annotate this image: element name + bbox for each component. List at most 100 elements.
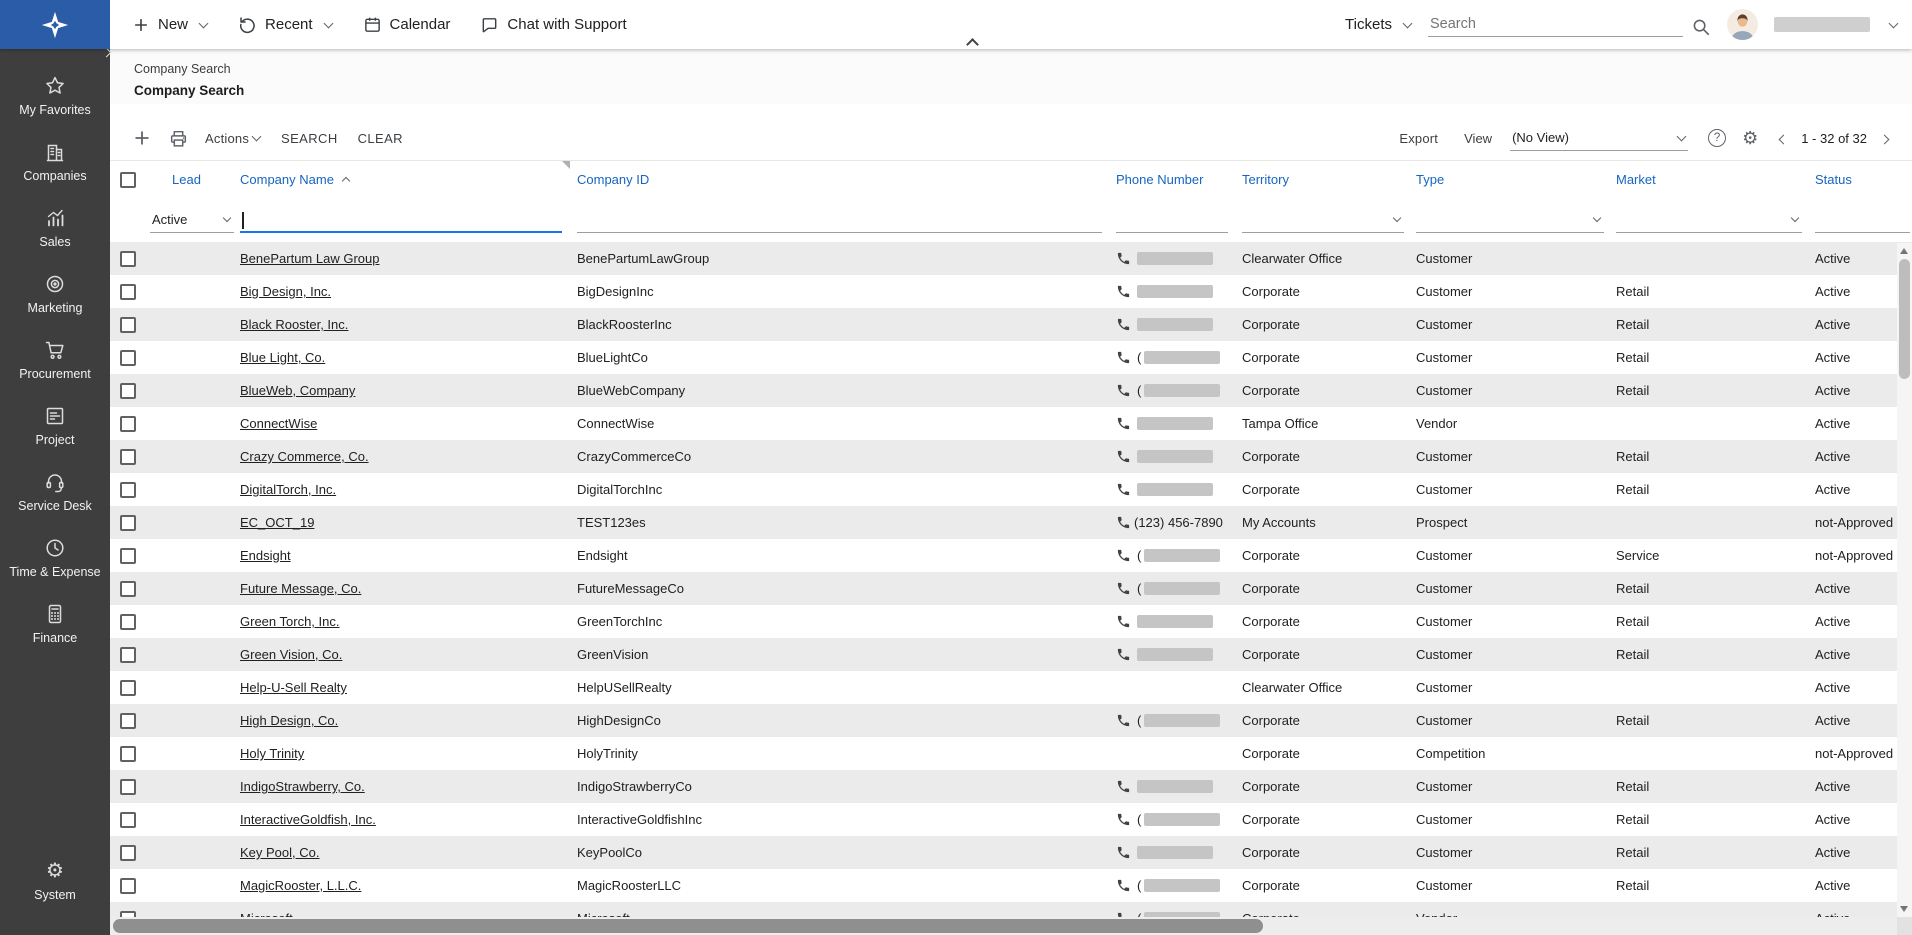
global-search-input[interactable] — [1428, 12, 1683, 37]
scroll-up-arrow[interactable] — [1900, 248, 1908, 254]
table-row[interactable]: EndsightEndsight (CorporateCustomerServi… — [110, 539, 1912, 572]
company-name-link[interactable]: Endsight — [240, 548, 291, 563]
company-name-link[interactable]: ConnectWise — [240, 416, 317, 431]
company-name-link[interactable]: BenePartum Law Group — [240, 251, 379, 266]
print-button[interactable] — [168, 128, 189, 149]
table-row[interactable]: High Design, Co.HighDesignCo (CorporateC… — [110, 704, 1912, 737]
table-row[interactable]: Holy TrinityHolyTrinityCorporateCompetit… — [110, 737, 1912, 770]
phone-filter-input[interactable] — [1116, 207, 1228, 233]
table-row[interactable]: EC_OCT_19TEST123es (123) 456-7890My Acco… — [110, 506, 1912, 539]
sidebar-item-sales[interactable]: Sales — [0, 196, 110, 262]
table-row[interactable]: Crazy Commerce, Co.CrazyCommerceCo Corpo… — [110, 440, 1912, 473]
row-checkbox[interactable] — [120, 746, 136, 762]
row-checkbox[interactable] — [120, 548, 136, 564]
company-name-link[interactable]: Big Design, Inc. — [240, 284, 331, 299]
row-checkbox[interactable] — [120, 713, 136, 729]
sidebar-item-system[interactable]: ⚙ System — [0, 849, 110, 915]
company-name-link[interactable]: Green Torch, Inc. — [240, 614, 339, 629]
company-name-link[interactable]: Black Rooster, Inc. — [240, 317, 348, 332]
company-name-filter-input[interactable] — [240, 207, 562, 233]
company-name-link[interactable]: EC_OCT_19 — [240, 515, 314, 530]
export-button[interactable]: Export — [1399, 131, 1438, 146]
table-row[interactable]: Key Pool, Co.KeyPoolCo CorporateCustomer… — [110, 836, 1912, 869]
avatar[interactable] — [1727, 9, 1758, 40]
collapse-header-chevron[interactable] — [958, 34, 986, 48]
search-button[interactable]: SEARCH — [281, 131, 338, 146]
table-row[interactable]: MagicRooster, L.L.C.MagicRoosterLLC (Cor… — [110, 869, 1912, 902]
row-checkbox[interactable] — [120, 845, 136, 861]
row-checkbox[interactable] — [120, 317, 136, 333]
recent-button[interactable]: Recent — [238, 15, 333, 34]
company-name-link[interactable]: Holy Trinity — [240, 746, 304, 761]
chat-support-button[interactable]: Chat with Support — [480, 15, 626, 34]
vertical-scrollbar[interactable] — [1897, 243, 1912, 917]
column-header-phone-number[interactable]: Phone Number — [1110, 172, 1238, 187]
row-checkbox[interactable] — [120, 383, 136, 399]
prev-page-button[interactable] — [1774, 127, 1793, 150]
lead-filter-select[interactable]: Active — [150, 207, 234, 233]
row-checkbox[interactable] — [120, 581, 136, 597]
sidebar-item-marketing[interactable]: Marketing — [0, 262, 110, 328]
table-row[interactable]: IndigoStrawberry, Co.IndigoStrawberryCo … — [110, 770, 1912, 803]
sidebar-item-my-favorites[interactable]: My Favorites — [0, 64, 110, 130]
sidebar-item-procurement[interactable]: Procurement — [0, 328, 110, 394]
sidebar-item-service-desk[interactable]: Service Desk — [0, 460, 110, 526]
company-name-link[interactable]: Key Pool, Co. — [240, 845, 320, 860]
table-row[interactable]: Big Design, Inc.BigDesignInc CorporateCu… — [110, 275, 1912, 308]
table-row[interactable]: ConnectWiseConnectWise Tampa OfficeVendo… — [110, 407, 1912, 440]
sidebar-item-finance[interactable]: Finance — [0, 592, 110, 658]
table-row[interactable]: Green Torch, Inc.GreenTorchInc Corporate… — [110, 605, 1912, 638]
row-checkbox[interactable] — [120, 284, 136, 300]
settings-button[interactable]: ⚙ — [1742, 129, 1758, 147]
clear-button[interactable]: CLEAR — [358, 131, 403, 146]
column-header-market[interactable]: Market — [1612, 172, 1810, 187]
new-button[interactable]: New — [132, 16, 208, 34]
app-logo[interactable] — [0, 0, 110, 49]
add-button[interactable] — [132, 128, 152, 148]
table-row[interactable]: Future Message, Co.FutureMessageCo (Corp… — [110, 572, 1912, 605]
sidebar-item-time-expense[interactable]: Time & Expense — [0, 526, 110, 592]
row-checkbox[interactable] — [120, 680, 136, 696]
table-row[interactable]: BlueWeb, CompanyBlueWebCompany (Corporat… — [110, 374, 1912, 407]
horizontal-scrollbar[interactable] — [110, 917, 1912, 935]
status-filter-input[interactable] — [1815, 207, 1910, 233]
company-name-link[interactable]: BlueWeb, Company — [240, 383, 355, 398]
column-header-company-name[interactable]: Company Name — [236, 172, 573, 187]
company-name-link[interactable]: InteractiveGoldfish, Inc. — [240, 812, 376, 827]
market-filter-select[interactable] — [1616, 207, 1802, 233]
row-checkbox[interactable] — [120, 350, 136, 366]
tickets-button[interactable]: Tickets — [1345, 16, 1412, 33]
company-name-link[interactable]: Green Vision, Co. — [240, 647, 342, 662]
row-checkbox[interactable] — [120, 449, 136, 465]
territory-filter-select[interactable] — [1242, 207, 1404, 233]
company-name-link[interactable]: Blue Light, Co. — [240, 350, 325, 365]
row-checkbox[interactable] — [120, 878, 136, 894]
table-row[interactable]: InteractiveGoldfish, Inc.InteractiveGold… — [110, 803, 1912, 836]
row-checkbox[interactable] — [120, 416, 136, 432]
sidebar-item-project[interactable]: Project — [0, 394, 110, 460]
column-header-type[interactable]: Type — [1412, 172, 1612, 187]
company-id-filter-input[interactable] — [577, 207, 1102, 233]
calendar-button[interactable]: Calendar — [363, 15, 451, 34]
column-header-company-id[interactable]: Company ID — [573, 172, 1110, 187]
sidebar-expand-chevron[interactable] — [102, 48, 112, 58]
row-checkbox[interactable] — [120, 647, 136, 663]
breadcrumb[interactable]: Company Search — [134, 62, 1912, 76]
row-checkbox[interactable] — [120, 614, 136, 630]
search-icon[interactable] — [1691, 17, 1711, 37]
table-row[interactable]: Help-U-Sell RealtyHelpUSellRealtyClearwa… — [110, 671, 1912, 704]
sidebar-item-companies[interactable]: Companies — [0, 130, 110, 196]
column-header-territory[interactable]: Territory — [1238, 172, 1412, 187]
company-name-link[interactable]: Help-U-Sell Realty — [240, 680, 347, 695]
company-name-link[interactable]: Crazy Commerce, Co. — [240, 449, 369, 464]
company-name-link[interactable]: Future Message, Co. — [240, 581, 361, 596]
select-all-checkbox[interactable] — [120, 172, 136, 188]
user-menu-chevron[interactable] — [1889, 18, 1899, 28]
row-checkbox[interactable] — [120, 251, 136, 267]
help-button[interactable]: ? — [1708, 129, 1726, 147]
next-page-button[interactable] — [1875, 127, 1894, 150]
actions-menu-button[interactable]: Actions — [205, 131, 261, 146]
view-select[interactable]: (No View) — [1510, 125, 1688, 151]
table-row[interactable]: BenePartum Law GroupBenePartumLawGroup C… — [110, 242, 1912, 275]
table-row[interactable]: Blue Light, Co.BlueLightCo (CorporateCus… — [110, 341, 1912, 374]
